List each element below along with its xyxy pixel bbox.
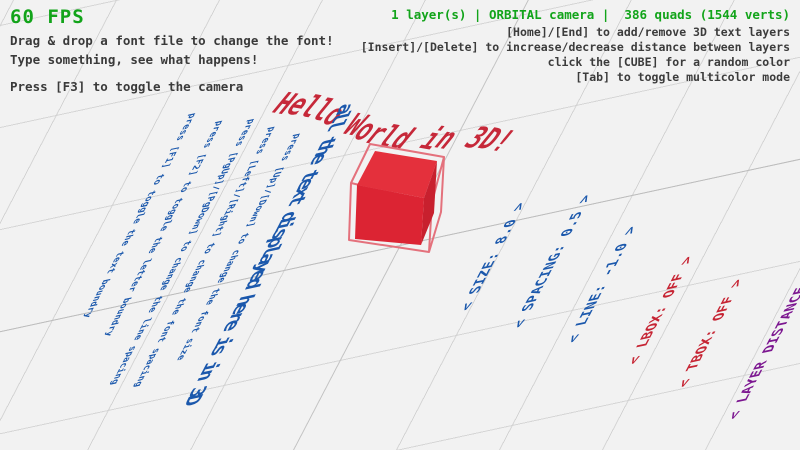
hint-drag-drop-font: Drag & drop a font file to change the fo… [10,33,334,48]
status-bar: 1 layer(s) | ORBITAL camera | 386 quads … [391,7,790,22]
text-demo-viewport[interactable]: Hello World in 3D! all the text displaye… [0,0,800,450]
hint-layer-distance: [Insert]/[Delete] to increase/decrease d… [361,40,790,54]
hint-add-remove-layers: [Home]/[End] to add/remove 3D text layer… [506,25,790,39]
hint-multicolor-mode: [Tab] to toggle multicolor mode [575,70,790,84]
hint-toggle-camera: Press [F3] to toggle the camera [10,79,243,94]
hint-type-something: Type something, see what happens! [10,52,258,67]
cube-faces [355,151,437,245]
hint-click-cube: click the [CUBE] for a random color [548,55,790,69]
fps-counter: 60 FPS [10,6,85,28]
